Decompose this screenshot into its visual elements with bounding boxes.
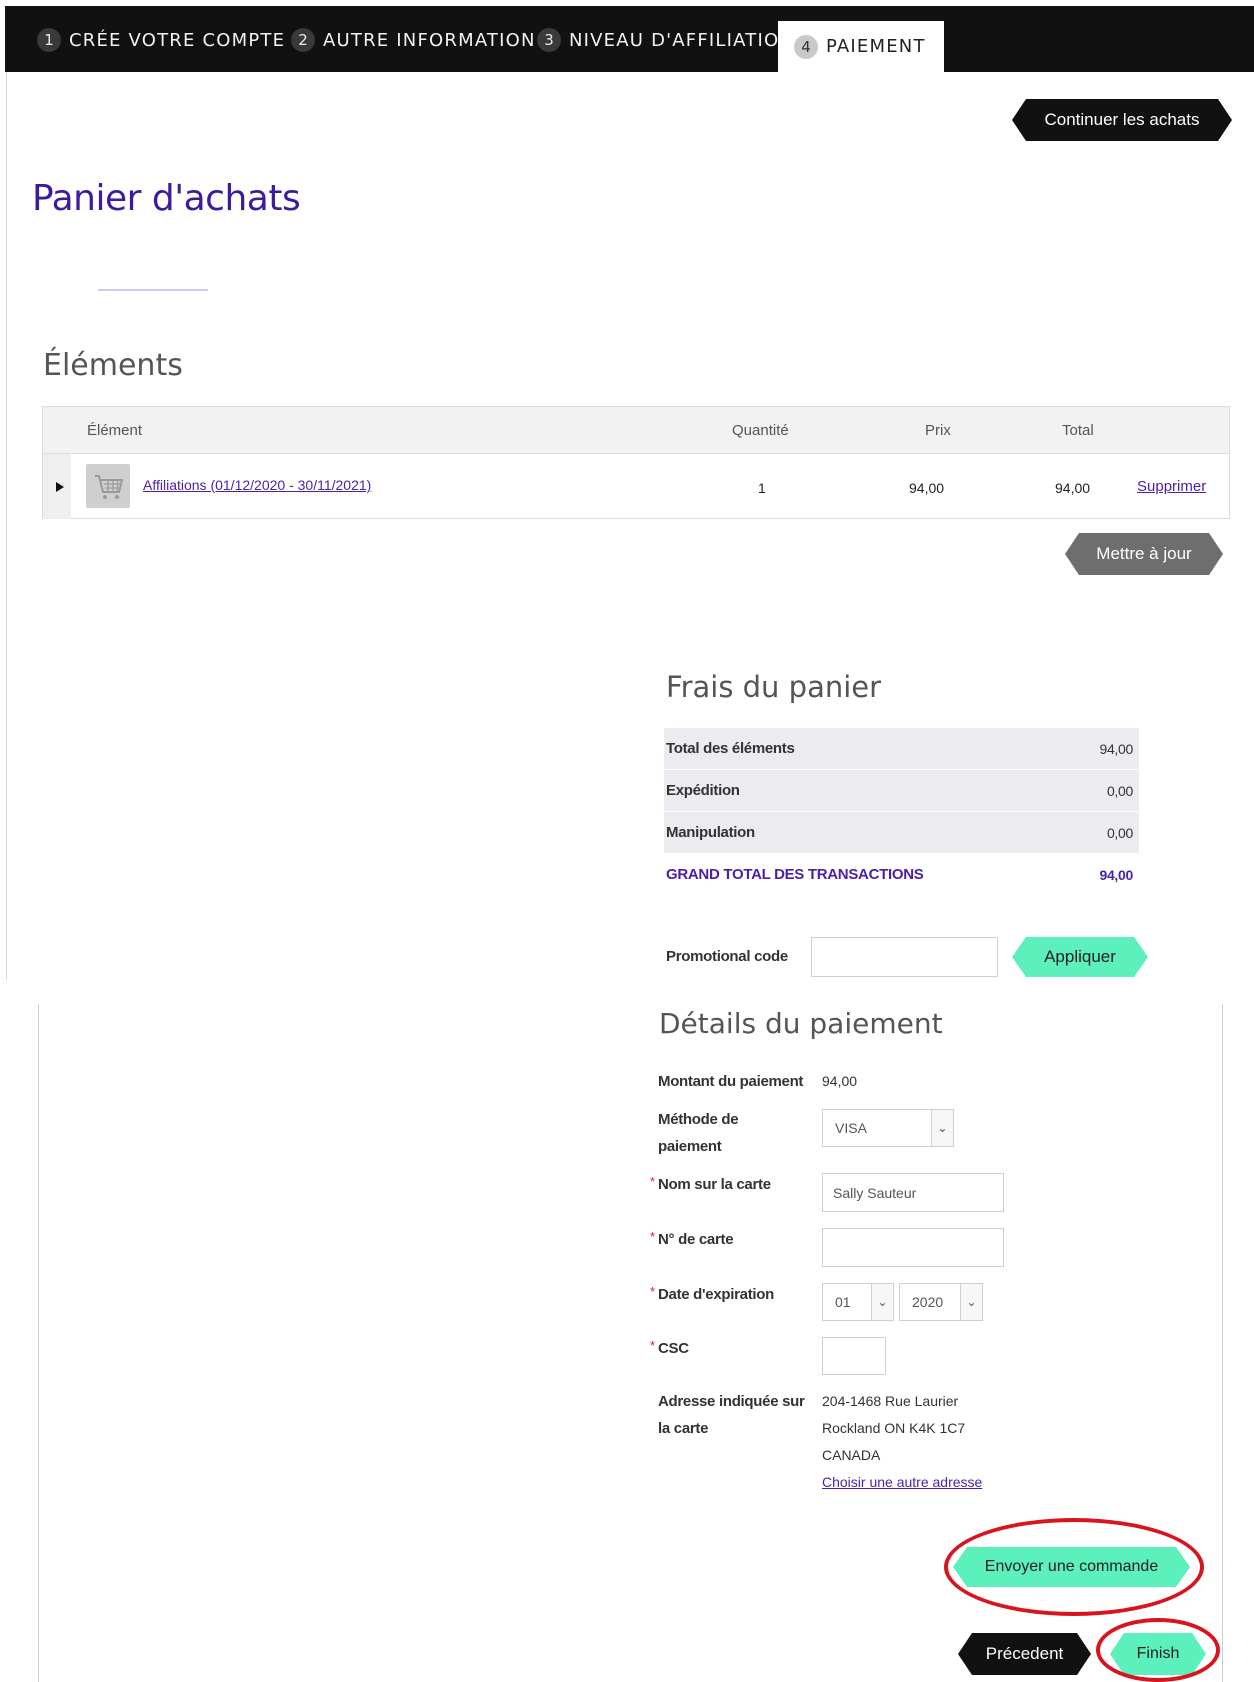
step-navigation: 1 CRÉE VOTRE COMPTE 2 AUTRE INFORMATION … xyxy=(5,6,1254,72)
promo-code-input[interactable] xyxy=(811,937,998,977)
page-title: Panier d'achats xyxy=(32,178,301,219)
promo-code-label: Promotional code xyxy=(666,948,788,965)
label-line: Méthode de xyxy=(658,1111,739,1128)
fee-label: Total des éléments xyxy=(666,740,795,757)
fee-value: 0,00 xyxy=(1106,825,1133,841)
label-text: N° de carte xyxy=(658,1231,734,1248)
chevron-down-icon: ⌄ xyxy=(871,1284,893,1320)
shopping-cart-icon xyxy=(86,464,130,508)
fee-value: 94,00 xyxy=(1099,741,1133,757)
billing-address-label: Adresse indiquée sur la carte xyxy=(658,1388,805,1442)
expand-toggle[interactable] xyxy=(43,454,71,519)
csc-label: * CSC xyxy=(650,1335,689,1362)
payment-amount-label: Montant du paiement xyxy=(658,1073,804,1090)
column-header-total: Total xyxy=(1062,422,1094,439)
previous-button[interactable]: Précedent xyxy=(958,1633,1091,1675)
panel-border xyxy=(1222,1004,1223,1682)
column-header-item: Élément xyxy=(87,422,143,439)
label-line: la carte xyxy=(658,1420,709,1437)
label-text: Nom sur la carte xyxy=(658,1176,771,1193)
billing-address: 204-1468 Rue Laurier Rockland ON K4K 1C7… xyxy=(822,1388,982,1496)
label-text: Date d'expiration xyxy=(658,1286,774,1303)
expiry-month-select[interactable]: 01 ⌄ xyxy=(822,1283,894,1321)
grand-total-row: GRAND TOTAL DES TRANSACTIONS 94,00 xyxy=(664,854,1139,896)
expand-triangle-icon xyxy=(56,482,64,492)
selected-value: 2020 xyxy=(912,1294,944,1310)
continue-shopping-button[interactable]: Continuer les achats xyxy=(1012,99,1232,141)
remove-item-link[interactable]: Supprimer xyxy=(1137,478,1206,495)
table-row: Affiliations (01/12/2020 - 30/11/2021) 1… xyxy=(43,454,1229,519)
item-total: 94,00 xyxy=(1055,480,1091,496)
step-number: 2 xyxy=(291,28,315,52)
panel-border xyxy=(6,72,7,980)
finish-button[interactable]: Finish xyxy=(1110,1633,1206,1675)
fees-title: Frais du panier xyxy=(666,670,882,704)
step-label: CRÉE VOTRE COMPTE xyxy=(69,29,286,51)
step-label: PAIEMENT xyxy=(826,36,926,57)
item-quantity: 1 xyxy=(758,480,766,496)
fee-row-shipping: Expédition 0,00 xyxy=(664,770,1139,812)
expiry-date-label: * Date d'expiration xyxy=(650,1281,774,1308)
column-header-price: Prix xyxy=(925,422,951,439)
expiry-year-select[interactable]: 2020 ⌄ xyxy=(899,1283,983,1321)
selected-value: 01 xyxy=(835,1294,851,1310)
card-number-input[interactable] xyxy=(822,1228,1004,1267)
apply-promo-button[interactable]: Appliquer xyxy=(1012,937,1148,977)
fee-row-items-total: Total des éléments 94,00 xyxy=(664,728,1139,770)
chevron-down-icon: ⌄ xyxy=(960,1284,982,1320)
step-membership-level[interactable]: 3 NIVEAU D'AFFILIATION xyxy=(537,6,794,72)
choose-other-address-link[interactable]: Choisir une autre adresse xyxy=(822,1469,982,1496)
table-header: Élément Quantité Prix Total xyxy=(43,407,1229,454)
items-title: Éléments xyxy=(43,348,183,383)
grand-total-value: 94,00 xyxy=(1099,867,1133,883)
items-table: Élément Quantité Prix Total Affiliations… xyxy=(42,406,1230,519)
chevron-down-icon: ⌄ xyxy=(931,1110,953,1146)
step-payment[interactable]: 4 PAIEMENT xyxy=(778,21,944,72)
update-cart-button[interactable]: Mettre à jour xyxy=(1065,533,1223,575)
fee-label: Manipulation xyxy=(666,824,755,841)
csc-input[interactable] xyxy=(822,1337,886,1375)
step-other-information[interactable]: 2 AUTRE INFORMATION xyxy=(291,6,536,72)
required-marker: * xyxy=(650,1338,655,1353)
address-line: 204-1468 Rue Laurier xyxy=(822,1393,959,1409)
required-marker: * xyxy=(650,1174,655,1189)
card-name-input[interactable] xyxy=(822,1173,1004,1212)
step-label: NIVEAU D'AFFILIATION xyxy=(569,29,794,51)
step-create-account[interactable]: 1 CRÉE VOTRE COMPTE xyxy=(37,6,285,72)
step-label: AUTRE INFORMATION xyxy=(323,29,536,51)
step-number: 1 xyxy=(37,28,61,52)
title-underline xyxy=(98,289,208,291)
payment-method-label: Méthode de paiement xyxy=(658,1106,739,1160)
label-line: paiement xyxy=(658,1138,722,1155)
grand-total-label: GRAND TOTAL DES TRANSACTIONS xyxy=(666,866,924,883)
card-number-label: * N° de carte xyxy=(650,1226,734,1253)
column-header-quantity: Quantité xyxy=(732,422,789,439)
page-break xyxy=(0,980,1254,1004)
label-text: CSC xyxy=(658,1340,689,1357)
address-line: CANADA xyxy=(822,1447,881,1463)
item-name-link[interactable]: Affiliations (01/12/2020 - 30/11/2021) xyxy=(143,477,371,493)
card-name-label: * Nom sur la carte xyxy=(650,1171,771,1198)
label-line: Adresse indiquée sur xyxy=(658,1393,805,1410)
fees-table: Total des éléments 94,00 Expédition 0,00… xyxy=(664,728,1139,896)
required-marker: * xyxy=(650,1284,655,1299)
required-marker: * xyxy=(650,1229,655,1244)
step-number: 4 xyxy=(794,34,818,59)
payment-amount-value: 94,00 xyxy=(822,1073,858,1089)
panel-border xyxy=(38,1004,39,1682)
step-number: 3 xyxy=(537,28,561,52)
selected-value: VISA xyxy=(835,1120,867,1136)
submit-order-button[interactable]: Envoyer une commande xyxy=(953,1547,1190,1587)
payment-details-title: Détails du paiement xyxy=(659,1007,943,1040)
fee-value: 0,00 xyxy=(1106,783,1133,799)
item-price: 94,00 xyxy=(909,480,945,496)
address-line: Rockland ON K4K 1C7 xyxy=(822,1420,966,1436)
fee-label: Expédition xyxy=(666,782,740,799)
payment-method-select[interactable]: VISA ⌄ xyxy=(822,1109,954,1147)
fee-row-handling: Manipulation 0,00 xyxy=(664,812,1139,854)
